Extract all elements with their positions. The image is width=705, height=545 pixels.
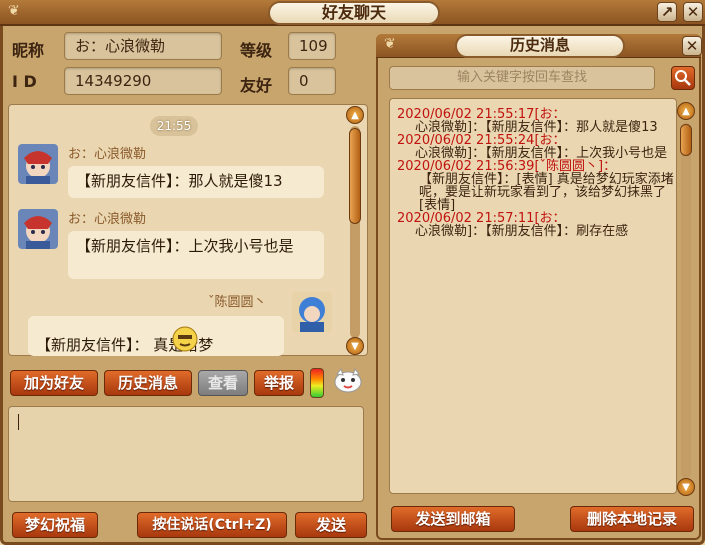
level-label: 等级 <box>240 41 273 60</box>
text-cursor <box>18 414 19 430</box>
history-text: 【新朋友信件】：[表情] 真是给梦幻玩家添堵呢，要是让新玩家看到了，该给梦幻抹黑… <box>419 172 674 213</box>
report-button[interactable]: 举报 <box>254 370 304 396</box>
nickname-label: 昵称 <box>12 41 45 60</box>
history-button[interactable]: 历史消息 <box>104 370 192 396</box>
close-icon[interactable]: ✕ <box>682 36 702 56</box>
sender-name: ˇ陈圆圆丶 <box>208 295 267 310</box>
window-title: 好友聊天 <box>268 1 440 25</box>
friendship-label: 友好 <box>240 76 273 95</box>
id-label: I D <box>12 72 37 91</box>
pet-icon[interactable] <box>332 366 364 394</box>
message-bubble: 【新朋友信件】： 真是给梦 <box>28 316 284 356</box>
nickname-field: お：心浪微勒 <box>64 32 222 60</box>
send-button[interactable]: 发送 <box>295 512 367 538</box>
message-bubble: 【新朋友信件】：那人就是傻13 <box>68 166 324 198</box>
ornament-left: ❦ <box>8 3 20 19</box>
message-time: 21:55 <box>150 116 198 136</box>
avatar[interactable] <box>292 292 332 332</box>
scroll-up-icon[interactable]: ▲ <box>346 106 364 124</box>
scroll-down-icon[interactable]: ▼ <box>346 337 364 355</box>
signal-meter <box>310 368 324 398</box>
sender-name: お：心浪微勒 <box>68 212 147 227</box>
history-log: 2020/06/02 21:55:17[お： 心浪微勒]：【新朋友信件】：那人就… <box>397 108 679 238</box>
delete-local-button[interactable]: 删除本地记录 <box>570 506 694 532</box>
avatar[interactable] <box>18 209 58 249</box>
emoji-icon <box>172 326 198 352</box>
history-entry: 2020/06/02 21:57:11[お： 心浪微勒]：【新朋友信件】：刷存在… <box>397 212 679 238</box>
history-entry: 2020/06/02 21:55:17[お： 心浪微勒]：【新朋友信件】：那人就… <box>397 108 679 134</box>
history-text: 心浪微勒]：【新朋友信件】：刷存在感 <box>415 224 629 239</box>
scroll-down-icon[interactable]: ▼ <box>677 478 695 496</box>
minimize-icon[interactable]: ↗ <box>657 2 677 22</box>
history-scrollbar[interactable] <box>681 122 691 478</box>
message-input[interactable] <box>8 406 364 502</box>
avatar[interactable] <box>18 144 58 184</box>
friendship-field: 0 <box>288 67 336 95</box>
history-search-input[interactable]: 输入关键字按回车查找 <box>389 66 655 90</box>
add-friend-button[interactable]: 加为好友 <box>10 370 98 396</box>
view-button[interactable]: 查看 <box>198 370 248 396</box>
history-scroll-thumb[interactable] <box>680 124 692 156</box>
history-entry: 2020/06/02 21:55:24[お： 心浪微勒]：【新朋友信件】：上次我… <box>397 134 679 160</box>
close-icon[interactable]: ✕ <box>683 2 703 22</box>
send-to-mail-button[interactable]: 发送到邮箱 <box>391 506 515 532</box>
history-entry: 2020/06/02 21:56:39[ˇ陈圆圆丶]： 【新朋友信件】：[表情]… <box>397 160 679 212</box>
ornament-left: ❦ <box>384 36 396 52</box>
id-field: 14349290 <box>64 67 222 95</box>
scroll-up-icon[interactable]: ▲ <box>677 102 695 120</box>
voice-button[interactable]: 按住说话(Ctrl+Z) <box>137 512 287 538</box>
message-bubble: 【新朋友信件】：上次我小号也是 <box>68 231 324 279</box>
blessing-button[interactable]: 梦幻祝福 <box>12 512 98 538</box>
level-field: 109 <box>288 32 336 60</box>
search-icon[interactable] <box>671 66 695 90</box>
history-title: 历史消息 <box>455 34 625 58</box>
sender-name: お：心浪微勒 <box>68 147 147 162</box>
chat-scroll-thumb[interactable] <box>349 128 361 224</box>
